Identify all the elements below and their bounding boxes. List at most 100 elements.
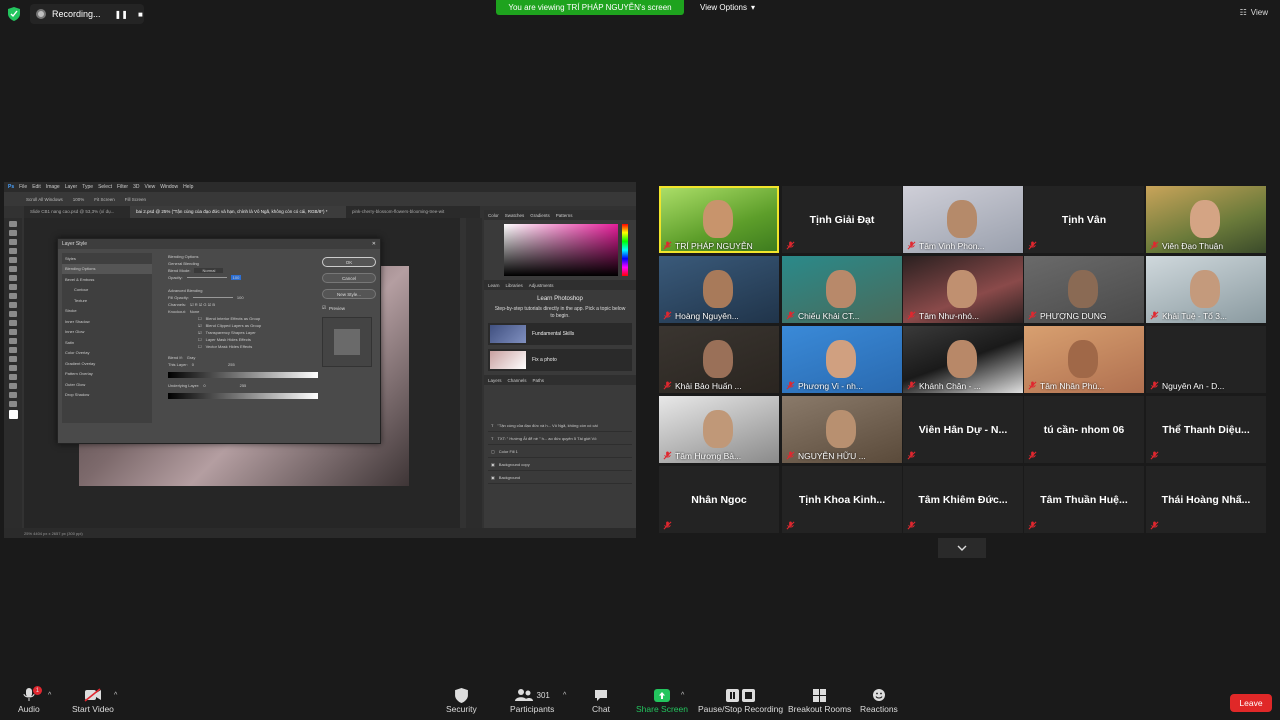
checkbox-icon[interactable]: ☐: [198, 344, 202, 349]
path-tool-icon[interactable]: [9, 374, 17, 380]
ps-option[interactable]: Fill Screen: [125, 197, 146, 202]
preview-checkbox[interactable]: ☑ Preview: [322, 305, 376, 311]
participant-tile[interactable]: Tịnh Giải Đạt: [782, 186, 902, 253]
fill-opacity-value[interactable]: 100: [237, 295, 244, 300]
ps-menu-item[interactable]: Help: [183, 184, 193, 190]
ps-hue-slider[interactable]: [622, 224, 628, 276]
participant-tile[interactable]: Khải Bảo Huấn ...: [659, 326, 779, 393]
gradient-tool-icon[interactable]: [9, 329, 17, 335]
participant-tile[interactable]: Chiếu Khải CT...: [782, 256, 902, 323]
start-video-button[interactable]: Start Video: [72, 686, 114, 714]
ps-panel-tab[interactable]: Layers: [488, 378, 502, 383]
underlying-layer-slider[interactable]: [168, 393, 318, 399]
ps-menu-item[interactable]: Image: [46, 184, 60, 190]
participant-tile[interactable]: Khải Tuệ - Tổ 3...: [1146, 256, 1266, 323]
security-button[interactable]: Security: [446, 686, 477, 714]
ps-panel-tab[interactable]: Patterns: [556, 213, 573, 218]
style-item[interactable]: Contour: [62, 285, 152, 296]
style-item[interactable]: Blending Options: [62, 263, 152, 274]
cancel-button[interactable]: Cancel: [322, 273, 376, 283]
ps-color-picker[interactable]: [504, 224, 628, 276]
participant-tile[interactable]: Khánh Chân - ...: [903, 326, 1023, 393]
eyedropper-tool-icon[interactable]: [9, 275, 17, 281]
dodge-tool-icon[interactable]: [9, 347, 17, 353]
caret-up-icon[interactable]: ^: [114, 692, 117, 699]
checkbox-icon[interactable]: ☐: [198, 316, 202, 321]
participant-tile[interactable]: NGUYỄN HỮU ...: [782, 396, 902, 463]
view-options-button[interactable]: View Options ▾: [700, 1, 755, 14]
ps-panel-tab[interactable]: Gradients: [530, 213, 550, 218]
audio-button[interactable]: 1 Audio: [18, 686, 42, 714]
ps-panel-tab[interactable]: Paths: [533, 378, 545, 383]
eraser-tool-icon[interactable]: [9, 320, 17, 326]
checkbox-icon[interactable]: ☐: [198, 337, 202, 342]
view-button[interactable]: ☷ View: [1240, 8, 1268, 17]
participant-tile[interactable]: TRÍ PHÁP NGUYỄN: [659, 186, 779, 253]
style-item[interactable]: Inner Glow: [62, 327, 152, 338]
style-item[interactable]: Outer Glow: [62, 379, 152, 390]
ps-menu-item[interactable]: View: [145, 184, 156, 190]
ps-layer-row[interactable]: ▢ Color Fill 1: [488, 445, 632, 458]
leave-button[interactable]: Leave: [1230, 694, 1272, 712]
participant-tile[interactable]: Tâm Vinh Phon...: [903, 186, 1023, 253]
crop-tool-icon[interactable]: [9, 257, 17, 263]
knockout-select[interactable]: None: [190, 309, 200, 314]
ps-layer-row[interactable]: T TXT: " Hướng Ất để nề " h... ao đức quy…: [488, 432, 632, 445]
ps-menu-item[interactable]: Layer: [65, 184, 78, 190]
ps-panel-tab[interactable]: Learn: [488, 283, 500, 288]
heal-tool-icon[interactable]: [9, 284, 17, 290]
brush-tool-icon[interactable]: [9, 293, 17, 299]
stop-recording-icon[interactable]: ■: [138, 10, 143, 19]
style-item[interactable]: Stroke: [62, 306, 152, 317]
opacity-slider[interactable]: [186, 277, 227, 278]
style-item[interactable]: Gradient Overlay: [62, 358, 152, 369]
ps-option[interactable]: Scroll All Windows: [26, 197, 63, 202]
shield-icon[interactable]: [8, 7, 20, 21]
participant-tile[interactable]: Phương Vi - nh...: [782, 326, 902, 393]
participant-tile[interactable]: Tịnh Khoa Kinh...: [782, 466, 902, 533]
pause-stop-recording-button[interactable]: Pause/Stop Recording: [698, 686, 783, 714]
ps-layer-row[interactable]: ▣ Background copy: [488, 458, 632, 471]
style-item[interactable]: Satin: [62, 337, 152, 348]
frame-tool-icon[interactable]: [9, 266, 17, 272]
marquee-tool-icon[interactable]: [9, 230, 17, 236]
zoom-tool-icon[interactable]: [9, 401, 17, 407]
gallery-more-button[interactable]: [938, 538, 986, 558]
pause-recording-icon[interactable]: ❚❚: [115, 10, 128, 19]
ps-menu-item[interactable]: Edit: [32, 184, 41, 190]
participant-tile[interactable]: Tâm Nhân Phú...: [1024, 326, 1144, 393]
checkbox-icon[interactable]: ☑ R ☑ G ☑ B: [190, 302, 215, 307]
ps-doc-tab[interactable]: pink-cherry-blossom-flowers-blooming-tre…: [346, 206, 480, 218]
participant-tile[interactable]: Tâm Như-nhó...: [903, 256, 1023, 323]
checkbox-icon[interactable]: ☑: [198, 323, 202, 328]
caret-up-icon[interactable]: ^: [681, 692, 684, 699]
ps-panel-tab[interactable]: Channels: [508, 378, 527, 383]
ok-button[interactable]: OK: [322, 257, 376, 267]
new-style-button[interactable]: New Style...: [322, 289, 376, 299]
history-brush-icon[interactable]: [9, 311, 17, 317]
caret-up-icon[interactable]: ^: [563, 692, 566, 699]
checkbox-icon[interactable]: ☑: [198, 330, 202, 335]
participant-tile[interactable]: tú cần- nhom 06: [1024, 396, 1144, 463]
share-screen-button[interactable]: Share Screen: [636, 686, 688, 714]
participant-tile[interactable]: Thái Hoàng Nhấ...: [1146, 466, 1266, 533]
chat-button[interactable]: Chat: [592, 686, 610, 714]
color-swatch-icon[interactable]: [8, 410, 18, 419]
ps-panel-tab[interactable]: Color: [488, 213, 499, 218]
wand-tool-icon[interactable]: [9, 248, 17, 254]
ps-option[interactable]: Fit Screen: [94, 197, 115, 202]
ps-doc-tab[interactable]: Slide CB1 nang cao.psd @ 53,3% (xí dụ...: [24, 206, 130, 218]
ps-panel-tab[interactable]: Swatches: [505, 213, 525, 218]
participant-tile[interactable]: Nguyên An - D...: [1146, 326, 1266, 393]
participant-tile[interactable]: Tâm Thuần Huệ...: [1024, 466, 1144, 533]
ps-layer-row[interactable]: ▣ Background: [488, 471, 632, 484]
blur-tool-icon[interactable]: [9, 338, 17, 344]
style-item[interactable]: Inner Shadow: [62, 316, 152, 327]
participant-tile[interactable]: Tịnh Vân: [1024, 186, 1144, 253]
participant-tile[interactable]: Tâm Hương Bả...: [659, 396, 779, 463]
ps-layer-row[interactable]: T "Tận cùng của đạo đức và h... Vô Ngã, k…: [488, 419, 632, 432]
ps-doc-tab[interactable]: bai 2.psd @ 25% ("Tận cùng của đạo đức v…: [130, 206, 346, 218]
style-item[interactable]: Color Overlay: [62, 348, 152, 359]
style-item[interactable]: Pattern Overlay: [62, 369, 152, 380]
ps-menu-item[interactable]: Filter: [117, 184, 128, 190]
